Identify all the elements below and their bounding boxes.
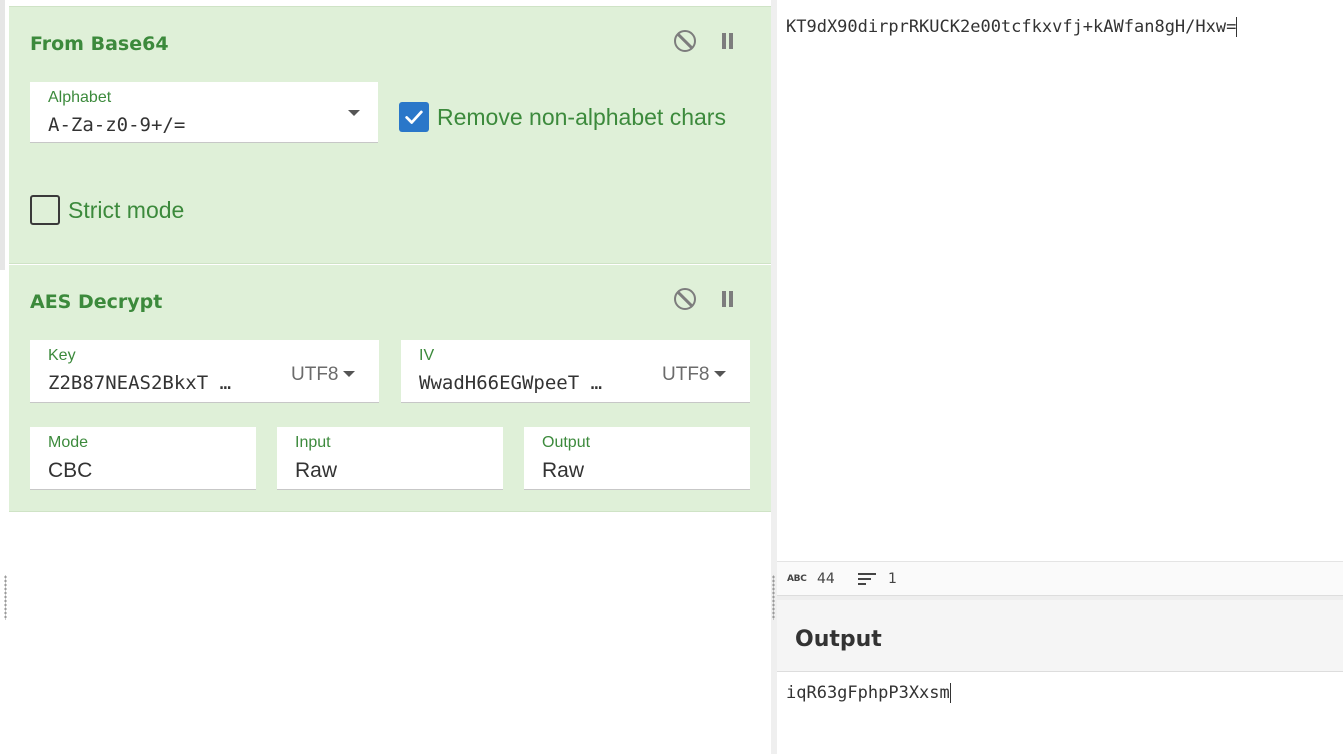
- iv-encoding-label: UTF8: [662, 364, 710, 385]
- iv-label: IV: [419, 347, 435, 364]
- recipe-pane: From Base64 Alphabet A-Za-z0-9+/= Remove…: [0, 0, 771, 754]
- key-value[interactable]: Z2B87NEAS2BkxT …: [48, 372, 258, 394]
- mode-label: Mode: [48, 434, 89, 451]
- cyberchef-app: From Base64 Alphabet A-Za-z0-9+/= Remove…: [0, 0, 1343, 754]
- alphabet-select[interactable]: Alphabet A-Za-z0-9+/=: [30, 82, 378, 143]
- operation-aes-decrypt: AES Decrypt Key Z2B87NEAS2BkxT … UTF8 IV…: [9, 265, 771, 512]
- output-format-label: Output: [542, 434, 591, 451]
- pause-icon: [720, 291, 734, 307]
- io-pane: KT9dX90dirprRKUCK2e00tcfkxvfj+kAWfan8gH/…: [777, 0, 1343, 754]
- input-textarea[interactable]: KT9dX90dirprRKUCK2e00tcfkxvfj+kAWfan8gH/…: [786, 17, 1238, 37]
- output-format-value: Raw: [542, 459, 585, 482]
- key-encoding-dropdown[interactable]: UTF8: [291, 364, 339, 386]
- caret-down-icon[interactable]: [348, 110, 360, 116]
- input-text: KT9dX90dirprRKUCK2e00tcfkxvfj+kAWfan8gH/…: [786, 17, 1237, 37]
- mode-value: CBC: [48, 459, 93, 482]
- resize-grip-icon[interactable]: [4, 575, 7, 620]
- resize-grip-icon[interactable]: [772, 575, 775, 620]
- check-icon: [405, 110, 423, 124]
- checkbox-checked[interactable]: [399, 102, 429, 132]
- input-format-value: Raw: [295, 459, 338, 482]
- remove-non-alphabet-label: Remove non-alphabet chars: [437, 103, 726, 130]
- alphabet-label: Alphabet: [48, 89, 112, 106]
- remove-non-alphabet-checkbox[interactable]: Remove non-alphabet chars: [399, 102, 726, 132]
- recipe-scrollbar[interactable]: [0, 0, 9, 754]
- strict-mode-checkbox[interactable]: Strict mode: [30, 195, 184, 225]
- breakpoint-button[interactable]: [713, 285, 741, 313]
- output-format-select[interactable]: Output Raw: [524, 427, 750, 490]
- disable-operation-button[interactable]: [671, 27, 699, 55]
- iv-value[interactable]: WwadH66EGWpeeT …: [419, 372, 629, 394]
- key-label: Key: [48, 347, 76, 364]
- text-cursor: [949, 683, 951, 703]
- breakpoint-button[interactable]: [713, 27, 741, 55]
- output-textarea[interactable]: iqR63gFphpP3Xxsm: [786, 683, 951, 703]
- caret-down-icon[interactable]: [343, 371, 355, 377]
- iv-encoding-dropdown[interactable]: UTF8: [662, 364, 710, 386]
- pause-icon: [720, 33, 734, 49]
- operation-title: From Base64: [30, 33, 169, 55]
- alphabet-value: A-Za-z0-9+/=: [48, 114, 186, 136]
- input-format-select[interactable]: Input Raw: [277, 427, 503, 490]
- output-text: iqR63gFphpP3Xxsm: [786, 683, 950, 703]
- ban-icon: [674, 288, 696, 310]
- key-field[interactable]: Key Z2B87NEAS2BkxT … UTF8: [30, 340, 379, 403]
- operation-from-base64: From Base64 Alphabet A-Za-z0-9+/= Remove…: [9, 6, 771, 264]
- abc-icon: ABC: [787, 574, 807, 584]
- strict-mode-label: Strict mode: [68, 196, 185, 223]
- input-format-label: Input: [295, 434, 331, 451]
- caret-down-icon[interactable]: [714, 371, 726, 377]
- key-encoding-label: UTF8: [291, 364, 339, 385]
- iv-field[interactable]: IV WwadH66EGWpeeT … UTF8: [401, 340, 750, 403]
- input-status-bar: ABC 44 1: [777, 561, 1343, 596]
- scrollbar-thumb[interactable]: [0, 0, 5, 270]
- disable-operation-button[interactable]: [671, 285, 699, 313]
- ban-icon: [674, 30, 696, 52]
- output-header: Output: [777, 600, 1343, 672]
- mode-select[interactable]: Mode CBC: [30, 427, 256, 490]
- input-length: 44: [817, 571, 835, 587]
- output-title: Output: [795, 627, 882, 652]
- text-cursor: [1236, 17, 1238, 37]
- checkbox-unchecked[interactable]: [30, 195, 60, 225]
- lines-icon: [858, 573, 876, 586]
- input-line-count: 1: [888, 571, 897, 587]
- operation-title: AES Decrypt: [30, 291, 163, 313]
